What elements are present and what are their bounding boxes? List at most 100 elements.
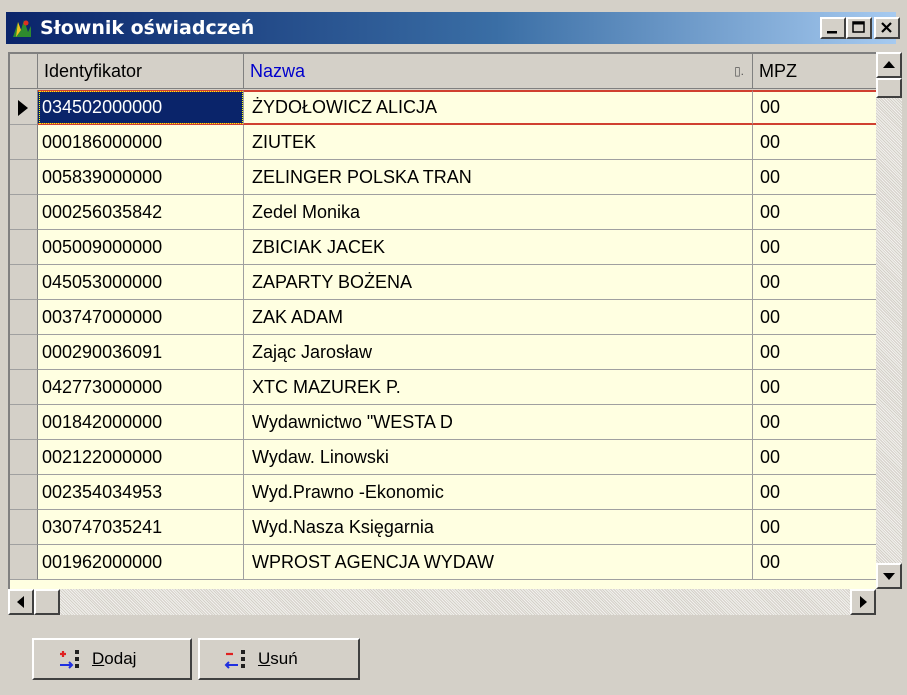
minimize-button[interactable]	[820, 17, 846, 39]
cell-mpz[interactable]: 00	[753, 265, 876, 300]
row-indicator[interactable]	[10, 125, 38, 160]
cell-nazwa[interactable]: ZAPARTY BOŻENA	[244, 265, 753, 300]
cell-mpz[interactable]: 00	[753, 545, 876, 580]
horizontal-scrollbar[interactable]	[8, 589, 876, 615]
sort-indicator-icon: ▯.	[734, 64, 744, 78]
cell-id[interactable]: 003747000000	[38, 300, 244, 335]
title-bar[interactable]: Słownik oświadczeń	[6, 12, 900, 44]
dictionary-window: Słownik oświadczeń Identyfikator Nazwa ▯…	[0, 0, 907, 695]
cell-mpz[interactable]: 00	[753, 370, 876, 405]
row-indicator[interactable]	[10, 510, 38, 545]
remove-record-icon	[224, 648, 250, 672]
column-header-nazwa[interactable]: Nazwa ▯.	[244, 54, 753, 89]
cell-nazwa[interactable]: Wydawnictwo "WESTA D	[244, 405, 753, 440]
column-header-mpz[interactable]: MPZ	[753, 54, 876, 89]
table-row[interactable]: 005839000000 ZELINGER POLSKA TRAN 00	[10, 160, 876, 195]
scroll-right-button[interactable]	[850, 589, 876, 615]
cell-id[interactable]: 005009000000	[38, 230, 244, 265]
cell-id[interactable]: 000186000000	[38, 125, 244, 160]
row-indicator[interactable]	[10, 335, 38, 370]
cell-nazwa[interactable]: ZELINGER POLSKA TRAN	[244, 160, 753, 195]
cell-id[interactable]: 042773000000	[38, 370, 244, 405]
cell-id[interactable]: 000256035842	[38, 195, 244, 230]
vertical-scroll-thumb[interactable]	[876, 78, 902, 98]
table-row[interactable]: 002354034953 Wyd.Prawno -Ekonomic 00	[10, 475, 876, 510]
table-row[interactable]: 000290036091 Zając Jarosław 00	[10, 335, 876, 370]
cell-mpz[interactable]: 00	[753, 405, 876, 440]
cell-id[interactable]: 002122000000	[38, 440, 244, 475]
cell-mpz[interactable]: 00	[753, 440, 876, 475]
row-indicator[interactable]	[10, 405, 38, 440]
row-indicator-header	[10, 54, 38, 89]
cell-mpz[interactable]: 00	[753, 230, 876, 265]
cell-mpz[interactable]: 00	[753, 160, 876, 195]
cell-nazwa[interactable]: ZIUTEK	[244, 125, 753, 160]
cell-nazwa[interactable]: Zedel Monika	[244, 195, 753, 230]
cell-id[interactable]: 005839000000	[38, 160, 244, 195]
row-indicator[interactable]	[10, 545, 38, 580]
remove-button[interactable]: Usuń	[198, 638, 360, 680]
scrollbar-corner	[876, 589, 902, 615]
row-indicator[interactable]	[10, 195, 38, 230]
scroll-up-button[interactable]	[876, 52, 902, 78]
table-row[interactable]: 002122000000 Wydaw. Linowski 00	[10, 440, 876, 475]
cell-id[interactable]: 045053000000	[38, 265, 244, 300]
records-grid[interactable]: Identyfikator Nazwa ▯. MPZ 034502000000 Ż…	[8, 52, 876, 589]
cell-nazwa[interactable]: Wydaw. Linowski	[244, 440, 753, 475]
cell-nazwa[interactable]: WPROST AGENCJA WYDAW	[244, 545, 753, 580]
remove-button-label: Usuń	[258, 649, 298, 668]
table-row[interactable]: 005009000000 ZBICIAK JACEK 00	[10, 230, 876, 265]
row-indicator[interactable]	[10, 230, 38, 265]
cell-mpz[interactable]: 00	[753, 475, 876, 510]
cell-id[interactable]: 001842000000	[38, 405, 244, 440]
cell-mpz[interactable]: 00	[753, 335, 876, 370]
current-row-arrow-icon	[18, 100, 28, 116]
column-header-id[interactable]: Identyfikator	[38, 54, 244, 89]
maximize-button[interactable]	[846, 17, 872, 39]
table-row[interactable]: 001842000000 Wydawnictwo "WESTA D 00	[10, 405, 876, 440]
table-row[interactable]: 030747035241 Wyd.Nasza Księgarnia 00	[10, 510, 876, 545]
window-title: Słownik oświadczeń	[40, 17, 255, 39]
table-row[interactable]: 042773000000 XTC MAZUREK P. 00	[10, 370, 876, 405]
row-indicator[interactable]	[10, 370, 38, 405]
cell-id[interactable]: 030747035241	[38, 510, 244, 545]
row-indicator[interactable]	[10, 300, 38, 335]
cell-mpz[interactable]: 00	[753, 195, 876, 230]
cell-mpz[interactable]: 00	[753, 510, 876, 545]
cell-mpz[interactable]: 00	[753, 90, 876, 125]
scroll-down-button[interactable]	[876, 563, 902, 589]
cell-id[interactable]: 034502000000	[38, 90, 244, 125]
cell-nazwa[interactable]: Zając Jarosław	[244, 335, 753, 370]
add-record-icon	[58, 648, 84, 672]
table-row[interactable]: 045053000000 ZAPARTY BOŻENA 00	[10, 265, 876, 300]
vertical-scrollbar[interactable]	[876, 52, 902, 589]
row-indicator[interactable]	[10, 160, 38, 195]
cell-nazwa[interactable]: XTC MAZUREK P.	[244, 370, 753, 405]
row-indicator[interactable]	[10, 90, 38, 125]
cell-nazwa[interactable]: Wyd.Prawno -Ekonomic	[244, 475, 753, 510]
column-header-nazwa-label: Nazwa	[250, 61, 306, 81]
cell-id[interactable]: 000290036091	[38, 335, 244, 370]
cell-nazwa[interactable]: Wyd.Nasza Księgarnia	[244, 510, 753, 545]
table-row[interactable]: 034502000000 ŻYDOŁOWICZ ALICJA 00	[10, 90, 876, 125]
cell-mpz[interactable]: 00	[753, 300, 876, 335]
cell-nazwa[interactable]: ŻYDOŁOWICZ ALICJA	[244, 90, 753, 125]
cell-id[interactable]: 001962000000	[38, 545, 244, 580]
cell-id[interactable]: 002354034953	[38, 475, 244, 510]
table-row[interactable]: 000256035842 Zedel Monika 00	[10, 195, 876, 230]
cell-nazwa[interactable]: ZBICIAK JACEK	[244, 230, 753, 265]
app-logo-icon[interactable]	[12, 18, 32, 38]
table-row[interactable]: 000186000000 ZIUTEK 00	[10, 125, 876, 160]
cell-mpz[interactable]: 00	[753, 125, 876, 160]
add-button[interactable]: Dodaj	[32, 638, 192, 680]
add-button-label: Dodaj	[92, 649, 137, 668]
cell-nazwa[interactable]: ZAK ADAM	[244, 300, 753, 335]
row-indicator[interactable]	[10, 265, 38, 300]
scroll-left-button[interactable]	[8, 589, 34, 615]
row-indicator[interactable]	[10, 440, 38, 475]
row-indicator[interactable]	[10, 475, 38, 510]
horizontal-scroll-thumb[interactable]	[34, 589, 60, 615]
table-row[interactable]: 003747000000 ZAK ADAM 00	[10, 300, 876, 335]
close-button[interactable]	[874, 17, 900, 39]
table-row[interactable]: 001962000000 WPROST AGENCJA WYDAW 00	[10, 545, 876, 580]
